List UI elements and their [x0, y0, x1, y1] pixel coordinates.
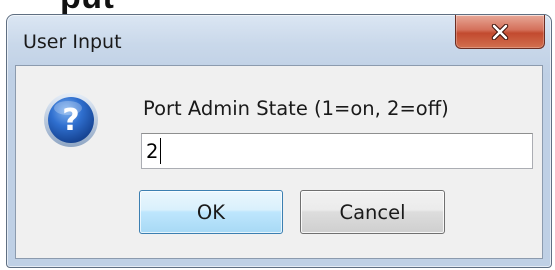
value-input[interactable] — [141, 133, 533, 169]
close-x-icon — [490, 23, 510, 40]
ok-button[interactable]: OK — [139, 190, 283, 234]
close-button[interactable] — [455, 15, 545, 49]
prompt-label: Port Admin State (1=on, 2=off) — [143, 97, 449, 120]
svg-text:?: ? — [62, 103, 79, 138]
text-caret — [160, 138, 161, 164]
question-icon: ? — [43, 92, 99, 148]
dialog-body: ? Port Admin State (1=on, 2=off) OK Canc… — [15, 65, 543, 259]
window-title: User Input — [23, 31, 122, 53]
cancel-button[interactable]: Cancel — [300, 190, 445, 234]
title-bar[interactable]: User Input — [7, 15, 551, 67]
user-input-dialog: User Input ? Port Admin State (1=on, 2=o… — [6, 14, 552, 268]
